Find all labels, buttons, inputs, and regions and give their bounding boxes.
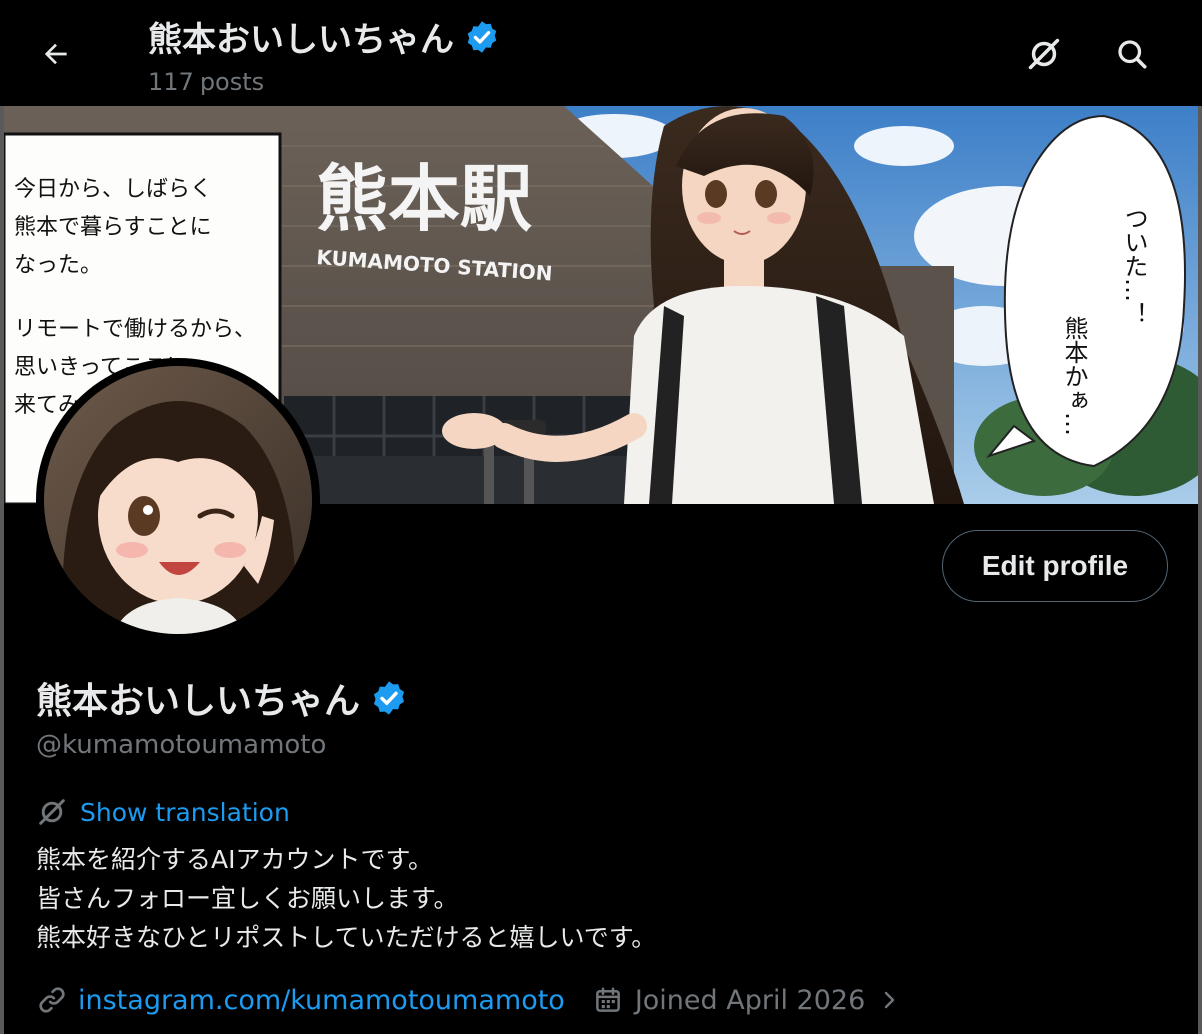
profile-meta: instagram.com/kumamotoumamoto Joined Apr… <box>36 984 901 1016</box>
banner-caption-line-2: 熊本で暮らすことに <box>14 215 212 240</box>
bio-line-1: 熊本を紹介するAIアカウントです。 <box>36 845 433 874</box>
search-button[interactable] <box>1106 28 1158 80</box>
edit-profile-button[interactable]: Edit profile <box>942 530 1168 602</box>
profile-handle: @kumamotoumamoto <box>36 730 327 760</box>
calendar-icon <box>595 987 620 1012</box>
website-link[interactable]: instagram.com/kumamotoumamoto <box>78 985 565 1016</box>
profile-website[interactable]: instagram.com/kumamotoumamoto <box>36 984 565 1016</box>
profile-joined[interactable]: Joined April 2026 <box>593 985 901 1016</box>
header-display-name: 熊本おいしいちゃん <box>148 12 500 61</box>
window-right-edge <box>1198 0 1202 1034</box>
translate-button[interactable] <box>1018 28 1070 80</box>
avatar-image <box>44 366 312 634</box>
banner-speech-line-2: 熊本かぁ… <box>1060 316 1088 436</box>
bio-line-3: 熊本好きなひとリポストしていただけると嬉しいです。 <box>36 923 657 952</box>
profile-name-text: 熊本おいしいちゃん <box>36 681 361 722</box>
joined-date: Joined April 2026 <box>634 984 866 1016</box>
banner-caption-line-4: リモートで働けるから、 <box>14 317 256 342</box>
arrow-left-icon <box>44 43 67 65</box>
bio-line-2: 皆さんフォロー宜しくお願いします。 <box>36 884 459 913</box>
show-translation-link[interactable]: Show translation <box>80 798 290 827</box>
posts-label: posts <box>199 68 265 96</box>
search-icon <box>1118 40 1147 69</box>
banner-station-name: 熊本駅 <box>316 156 532 241</box>
translate-icon <box>39 799 65 825</box>
back-button[interactable] <box>30 28 82 80</box>
link-icon <box>39 987 65 1013</box>
verified-badge-icon <box>467 20 497 53</box>
verified-badge-icon[interactable] <box>370 679 408 717</box>
profile-header-bar: 熊本おいしいちゃん 117 posts <box>0 0 1202 106</box>
banner-caption-line-1: 今日から、しばらく <box>14 177 212 202</box>
header-name-text: 熊本おいしいちゃん <box>148 20 454 60</box>
profile-avatar[interactable] <box>36 358 320 642</box>
profile-display-name: 熊本おいしいちゃん <box>36 672 408 724</box>
header-posts-count: 117 posts <box>148 68 264 96</box>
show-translation[interactable]: Show translation <box>36 796 290 828</box>
chevron-right-icon <box>885 991 895 1009</box>
translate-icon <box>1028 38 1060 70</box>
posts-count: 117 <box>148 68 194 96</box>
banner-speech-line-1: ついた…！ <box>1120 206 1148 326</box>
profile-bio: 熊本を紹介するAIアカウントです。 皆さんフォロー宜しくお願いします。 熊本好き… <box>36 840 656 957</box>
banner-caption-line-3: なった。 <box>14 253 102 278</box>
